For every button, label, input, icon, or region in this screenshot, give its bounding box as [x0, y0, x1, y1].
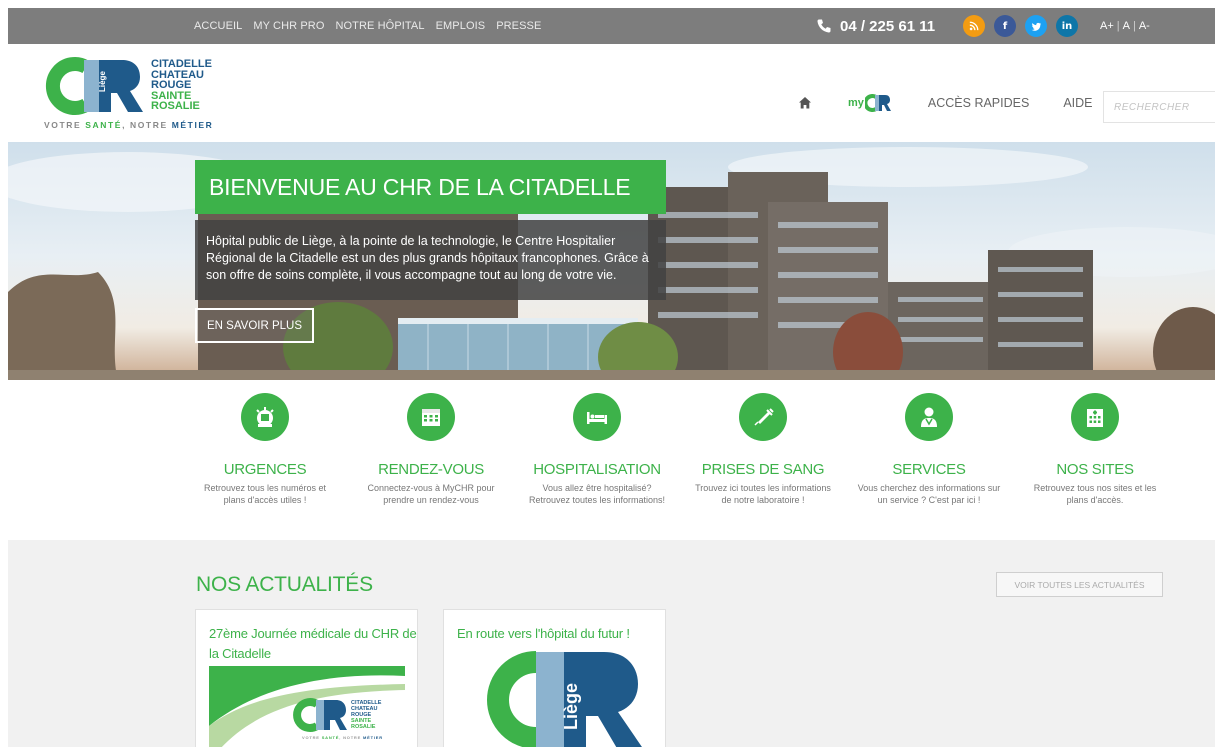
- tagline-mid: , NOTRE: [122, 120, 172, 130]
- top-nav-presse[interactable]: PRESSE: [496, 20, 541, 32]
- quick-access-title: NOS SITES: [1056, 461, 1134, 478]
- chr-logo[interactable]: Liège: [40, 56, 145, 116]
- tagline: VOTRE SANTÉ, NOTRE MÉTIER: [44, 120, 213, 130]
- font-reset-button[interactable]: A: [1123, 20, 1130, 32]
- quick-access-description: Connectez-vous à MyCHR pour prendre un r…: [367, 483, 495, 505]
- news-card-image: CITADELLE CHATEAU ROUGE SAINTE ROSALIE V…: [209, 666, 405, 747]
- tagline-prefix: VOTRE: [44, 120, 86, 130]
- news-title: NOS ACTUALITÉS: [196, 573, 373, 596]
- quick-access-description: Retrouvez tous les numéros et plans d'ac…: [203, 483, 327, 505]
- syringe-icon: [739, 393, 787, 441]
- calendar-icon: [407, 393, 455, 441]
- main-nav: my ACCÈS RAPIDES AIDE: [798, 94, 1093, 112]
- home-icon[interactable]: [798, 96, 812, 110]
- social-links: f in: [963, 15, 1078, 37]
- facebook-icon[interactable]: f: [994, 15, 1016, 37]
- quick-access-description: Vous allez être hospitalisé? Retrouvez t…: [528, 483, 666, 505]
- top-nav-my-chr-pro[interactable]: MY CHR PRO: [253, 20, 324, 32]
- hero-title: BIENVENUE AU CHR DE LA CITADELLE: [195, 160, 666, 214]
- search-input[interactable]: [1103, 91, 1215, 123]
- svg-text:Liège: Liège: [98, 71, 107, 92]
- quick-access-description: Vous cherchez des informations sur un se…: [857, 483, 1001, 505]
- phone-number-text: 04 / 225 61 11: [840, 17, 936, 35]
- news-card-image: Liège: [487, 651, 642, 747]
- top-nav-notre-hopital[interactable]: NOTRE HÔPITAL: [335, 20, 424, 32]
- top-bar: ACCUEIL MY CHR PRO NOTRE HÔPITAL EMPLOIS…: [8, 8, 1215, 44]
- quick-access-description: Retrouvez tous nos sites et les plans d'…: [1033, 483, 1157, 505]
- font-control-divider: |: [1116, 20, 1120, 32]
- top-nav-accueil[interactable]: ACCUEIL: [194, 20, 242, 32]
- brand-line: ROUGE: [151, 79, 192, 91]
- tagline-green: SANTÉ: [85, 120, 123, 130]
- tagline-blue: MÉTIER: [171, 120, 214, 130]
- news-card-title: En route vers l'hôpital du futur !: [457, 626, 630, 641]
- quick-access-nos-sites[interactable]: NOS SITES Retrouvez tous nos sites et le…: [1015, 393, 1175, 506]
- nav-aide[interactable]: AIDE: [1063, 96, 1092, 110]
- quick-access-title: SERVICES: [892, 461, 966, 478]
- all-news-button[interactable]: VOIR TOUTES LES ACTUALITÉS: [996, 572, 1163, 597]
- quick-access-urgences[interactable]: URGENCES Retrouvez tous les numéros et p…: [185, 393, 345, 506]
- quick-access: URGENCES Retrouvez tous les numéros et p…: [185, 393, 1179, 525]
- font-decrease-button[interactable]: A-: [1139, 20, 1150, 32]
- mychr-prefix: my: [848, 97, 864, 109]
- news-section: NOS ACTUALITÉS VOIR TOUTES LES ACTUALITÉ…: [8, 540, 1215, 747]
- news-card-title: 27ème Journée médicale du CHR de la Cita…: [209, 626, 417, 661]
- learn-more-button[interactable]: EN SAVOIR PLUS: [195, 308, 314, 343]
- building-icon: [1071, 393, 1119, 441]
- quick-access-rendez-vous[interactable]: RENDEZ-VOUS Connectez-vous à MyCHR pour …: [351, 393, 511, 506]
- nav-acces-rapides[interactable]: ACCÈS RAPIDES: [928, 96, 1029, 110]
- quick-access-hospitalisation[interactable]: HOSPITALISATION Vous allez être hospital…: [517, 393, 677, 506]
- svg-text:VOTRE SANTÉ, NOTRE MÉTIER: VOTRE SANTÉ, NOTRE MÉTIER: [302, 735, 383, 740]
- font-increase-button[interactable]: A+: [1100, 20, 1114, 32]
- hero-banner: BIENVENUE AU CHR DE LA CITADELLE Hôpital…: [8, 142, 1215, 380]
- news-card[interactable]: 27ème Journée médicale du CHR de la Cita…: [195, 609, 418, 747]
- doctor-icon: [905, 393, 953, 441]
- rss-icon[interactable]: [963, 15, 985, 37]
- linkedin-icon[interactable]: in: [1056, 15, 1078, 37]
- news-card[interactable]: En route vers l'hôpital du futur ! Liège: [443, 609, 666, 747]
- phone-icon: [817, 19, 831, 33]
- top-nav: ACCUEIL MY CHR PRO NOTRE HÔPITAL EMPLOIS…: [194, 8, 541, 44]
- site-header: Liège CITADELLE CHATEAU ROUGE SAINTE ROS…: [8, 44, 1215, 142]
- phone-number[interactable]: 04 / 225 61 11: [816, 8, 935, 44]
- mychr-link[interactable]: my: [848, 94, 891, 112]
- font-size-controls: A+ | A | A-: [1100, 8, 1150, 44]
- quick-access-title: PRISES DE SANG: [701, 461, 825, 478]
- quick-access-title: URGENCES: [223, 461, 307, 478]
- quick-access-services[interactable]: SERVICES Vous cherchez des informations …: [849, 393, 1009, 506]
- hero-description: Hôpital public de Liège, à la pointe de …: [195, 220, 666, 300]
- font-control-divider: |: [1132, 20, 1136, 32]
- hospital-bed-icon: [573, 393, 621, 441]
- quick-access-title: HOSPITALISATION: [533, 461, 661, 478]
- brand-line: CITADELLE: [151, 58, 212, 70]
- quick-access-description: Trouvez ici toutes les informations de n…: [695, 483, 831, 505]
- svg-text:ROSALIE: ROSALIE: [351, 724, 376, 730]
- top-nav-emplois[interactable]: EMPLOIS: [436, 20, 486, 32]
- mychr-logo-icon: [864, 94, 891, 112]
- brand-name: CITADELLE CHATEAU ROUGE SAINTE ROSALIE: [151, 59, 212, 112]
- svg-text:Liège: Liège: [561, 683, 581, 730]
- quick-access-title: RENDEZ-VOUS: [378, 461, 484, 478]
- urgences-icon: [241, 393, 289, 441]
- brand-line: ROSALIE: [151, 100, 200, 112]
- quick-access-prises-de-sang[interactable]: PRISES DE SANG Trouvez ici toutes les in…: [683, 393, 843, 506]
- twitter-icon[interactable]: [1025, 15, 1047, 37]
